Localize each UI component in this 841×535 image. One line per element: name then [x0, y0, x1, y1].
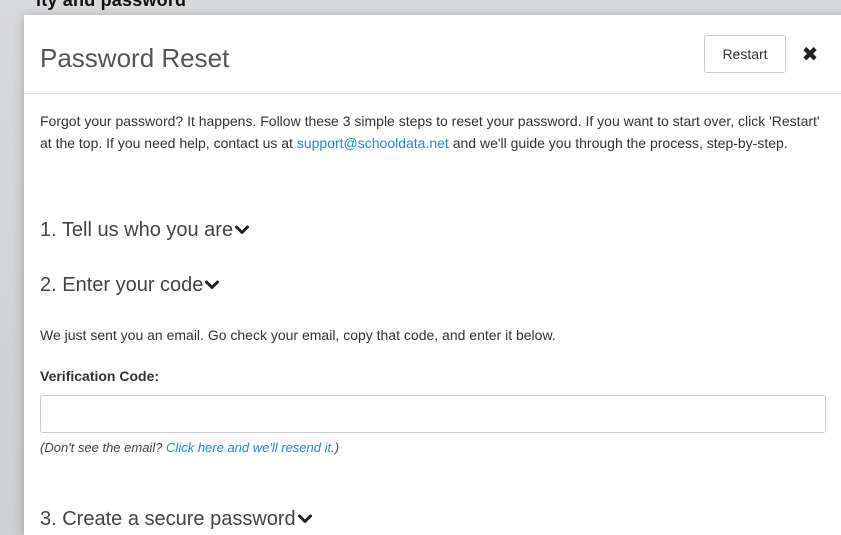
verification-code-input[interactable] [40, 395, 826, 433]
modal-title: Password Reset [40, 43, 230, 73]
password-reset-modal: Password Reset Restart ✖ Forgot your pas… [24, 15, 841, 535]
step-1-label: 1. Tell us who you are [40, 219, 234, 241]
resend-hint: (Don't see the email? Click here and we'… [40, 440, 339, 455]
verification-code-label: Verification Code: [40, 368, 160, 384]
backdrop-heading: ity and password [36, 0, 187, 10]
code-instructions: We just sent you an email. Go check your… [40, 327, 556, 343]
step-3-label: 3. Create a secure password [40, 508, 296, 530]
modal-body: Forgot your password? It happens. Follow… [40, 110, 830, 530]
restart-button[interactable]: Restart [704, 35, 786, 73]
modal-header: Password Reset Restart ✖ [24, 15, 841, 94]
intro-text-after: and we'll guide you through the process,… [448, 135, 788, 151]
chevron-down-icon [205, 280, 220, 289]
step-2-heading[interactable]: 2. Enter your code [40, 272, 220, 298]
chevron-down-icon [235, 225, 250, 234]
resend-prefix: (Don't see the email? [40, 440, 167, 455]
intro-text: Forgot your password? It happens. Follow… [40, 110, 830, 154]
step-1-heading[interactable]: 1. Tell us who you are [40, 217, 250, 243]
resend-suffix: ) [334, 440, 340, 455]
step-2-label: 2. Enter your code [40, 274, 204, 296]
resend-email-link[interactable]: Click here and we'll resend it. [166, 440, 335, 455]
support-email-link[interactable]: support@schooldata.net [297, 135, 449, 151]
step-3-heading[interactable]: 3. Create a secure password [40, 506, 312, 532]
close-icon[interactable]: ✖ [796, 39, 824, 69]
chevron-down-icon [297, 514, 312, 523]
